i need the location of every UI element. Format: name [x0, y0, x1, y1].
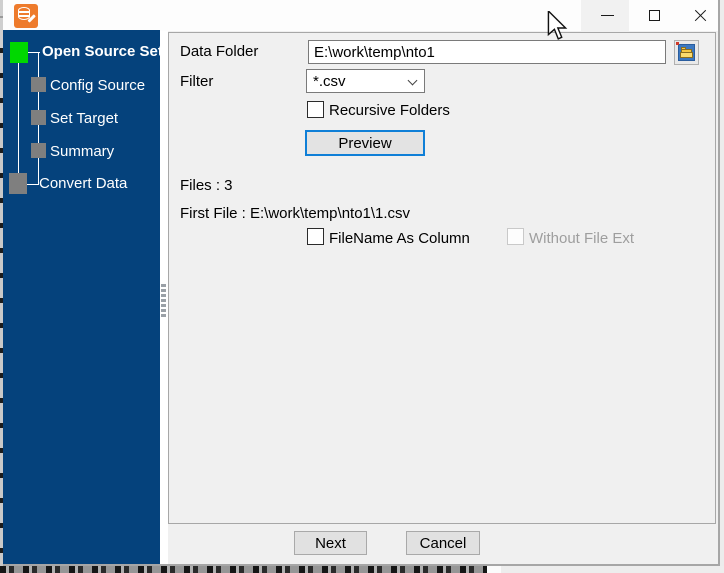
without-file-ext-checkbox	[507, 228, 524, 245]
filter-dropdown[interactable]: *.csv	[306, 69, 425, 93]
folder-icon	[678, 44, 695, 61]
filename-as-column-checkbox[interactable]	[307, 228, 324, 245]
filter-dropdown-value: *.csv	[313, 72, 346, 90]
preview-button[interactable]: Preview	[305, 130, 425, 156]
sidebar-item-config-source: Config Source	[50, 77, 146, 94]
close-button[interactable]	[677, 0, 723, 31]
files-count-text: Files : 3	[180, 177, 233, 194]
sidebar-item-open-source-set: Open Source Set	[42, 43, 163, 60]
minimize-button[interactable]	[584, 0, 630, 31]
filename-as-column-label: FileName As Column	[329, 230, 470, 247]
step-indicator-open-source-set	[10, 42, 28, 63]
step-indicator-convert-data	[9, 173, 27, 194]
tree-connector	[27, 184, 39, 185]
first-file-text: First File : E:\work\temp\nto1\1.csv	[180, 205, 411, 222]
chevron-down-icon	[407, 75, 418, 86]
folder-icon-front	[680, 52, 693, 58]
next-button[interactable]: Next	[294, 531, 367, 555]
close-icon	[693, 9, 707, 23]
step-indicator-set-target	[31, 110, 46, 125]
data-folder-label: Data Folder	[180, 43, 259, 60]
window-border	[718, 0, 720, 566]
window-border	[3, 564, 720, 566]
database-icon-line	[18, 11, 30, 13]
recursive-folders-label: Recursive Folders	[329, 102, 450, 119]
recursive-folders-checkbox[interactable]	[307, 101, 324, 118]
data-folder-input[interactable]	[308, 40, 666, 64]
step-indicator-summary	[31, 143, 46, 158]
minimize-icon	[600, 15, 614, 16]
filter-label: Filter	[180, 73, 214, 90]
without-file-ext-label: Without File Ext	[529, 230, 635, 247]
splitter-grip-icon[interactable]	[161, 284, 167, 319]
background-window-bottom	[501, 566, 724, 573]
cancel-button[interactable]: Cancel	[406, 531, 480, 555]
browse-folder-button[interactable]	[674, 40, 699, 65]
database-icon-line	[18, 15, 30, 17]
background-window-bottom-gap	[487, 566, 501, 573]
background-window-bottom-text	[0, 566, 487, 573]
tree-connector	[18, 63, 19, 174]
sidebar-item-set-target: Set Target	[50, 110, 119, 127]
sidebar-item-convert-data: Convert Data	[39, 175, 128, 192]
maximize-button[interactable]	[631, 0, 677, 31]
folder-icon-badge	[676, 42, 679, 45]
app-icon	[14, 4, 38, 28]
maximize-icon	[648, 10, 660, 21]
sidebar-item-summary: Summary	[50, 143, 115, 160]
step-indicator-config-source	[31, 77, 46, 92]
